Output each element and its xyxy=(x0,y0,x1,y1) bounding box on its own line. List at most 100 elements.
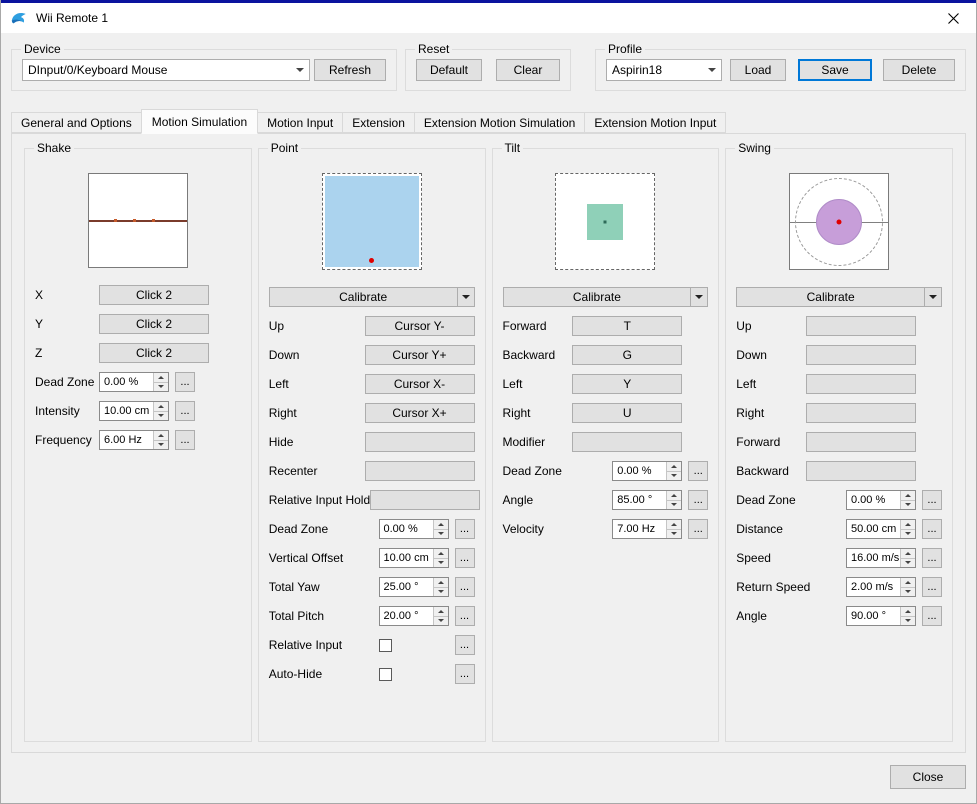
tab-extension[interactable]: Extension xyxy=(342,112,415,133)
point-down-button[interactable]: Cursor Y+ xyxy=(364,345,475,365)
tilt-backward-button[interactable]: G xyxy=(572,345,683,365)
spin-down-button[interactable] xyxy=(901,558,915,567)
point-total-yaw-advanced-button[interactable]: ... xyxy=(454,577,475,597)
spin-up-button[interactable] xyxy=(433,607,448,617)
spin-down-button[interactable] xyxy=(433,529,448,538)
swing-right-button[interactable] xyxy=(806,403,916,423)
swing-up-button[interactable] xyxy=(806,316,916,336)
point-right-button[interactable]: Cursor X+ xyxy=(364,403,475,423)
spin-up-button[interactable] xyxy=(667,491,682,501)
tilt-angle-advanced-button[interactable]: ... xyxy=(688,490,709,510)
swing-return-speed-spinbox[interactable]: 2.00 m/s xyxy=(846,577,916,597)
spin-up-button[interactable] xyxy=(154,402,168,412)
point-up-button[interactable]: Cursor Y- xyxy=(364,316,475,336)
load-button[interactable]: Load xyxy=(730,59,786,81)
clear-button[interactable]: Clear xyxy=(495,59,560,81)
spin-up-button[interactable] xyxy=(901,491,915,501)
spin-up-button[interactable] xyxy=(154,373,168,383)
refresh-button[interactable]: Refresh xyxy=(314,59,386,81)
point-total-pitch-advanced-button[interactable]: ... xyxy=(454,606,475,626)
delete-button[interactable]: Delete xyxy=(883,59,955,81)
shake-y-button[interactable]: Click 2 xyxy=(99,314,209,334)
tilt-angle-spinbox[interactable]: 85.00 ° xyxy=(612,490,683,510)
spin-up-button[interactable] xyxy=(667,462,682,472)
spin-down-button[interactable] xyxy=(154,411,168,420)
spin-up-button[interactable] xyxy=(433,578,448,588)
point-auto-hide-advanced-button[interactable]: ... xyxy=(454,664,475,684)
tab-extension-motion-input[interactable]: Extension Motion Input xyxy=(584,112,727,133)
shake-intensity-spinbox[interactable]: 10.00 cm xyxy=(99,401,169,421)
point-vertical-offset-advanced-button[interactable]: ... xyxy=(454,548,475,568)
point-left-button[interactable]: Cursor X- xyxy=(364,374,475,394)
tab-extension-motion-simulation[interactable]: Extension Motion Simulation xyxy=(413,112,586,133)
device-combobox[interactable]: DInput/0/Keyboard Mouse xyxy=(22,59,310,81)
swing-return-speed-advanced-button[interactable]: ... xyxy=(922,577,942,597)
shake-frequency-advanced-button[interactable]: ... xyxy=(175,430,195,450)
tilt-dead-zone-advanced-button[interactable]: ... xyxy=(688,461,709,481)
tilt-modifier-button[interactable] xyxy=(572,432,683,452)
spin-down-button[interactable] xyxy=(901,587,915,596)
spin-down-button[interactable] xyxy=(433,616,448,625)
point-auto-hide-checkbox[interactable] xyxy=(378,667,392,681)
swing-angle-advanced-button[interactable]: ... xyxy=(922,606,942,626)
point-hide-button[interactable] xyxy=(364,432,475,452)
tab-motion-input[interactable]: Motion Input xyxy=(257,112,344,133)
spin-up-button[interactable] xyxy=(901,578,915,588)
point-relative-input-checkbox[interactable] xyxy=(378,638,392,652)
point-recenter-button[interactable] xyxy=(364,461,475,481)
shake-dead-zone-spinbox[interactable]: 0.00 % xyxy=(99,372,169,392)
point-total-pitch-spinbox[interactable]: 20.00 ° xyxy=(378,606,449,626)
spin-up-button[interactable] xyxy=(667,520,682,530)
tilt-right-button[interactable]: U xyxy=(572,403,683,423)
tab-motion-simulation[interactable]: Motion Simulation xyxy=(140,109,259,134)
point-relative-input-hold-button[interactable] xyxy=(370,490,481,510)
point-dead-zone-spinbox[interactable]: 0.00 % xyxy=(378,519,449,539)
spin-down-button[interactable] xyxy=(667,500,682,509)
tab-general-and-options[interactable]: General and Options xyxy=(11,112,142,133)
spin-up-button[interactable] xyxy=(154,431,168,441)
point-calibrate-button[interactable]: Calibrate xyxy=(268,287,475,307)
swing-speed-advanced-button[interactable]: ... xyxy=(922,548,942,568)
tilt-calibrate-button[interactable]: Calibrate xyxy=(502,287,709,307)
shake-x-button[interactable]: Click 2 xyxy=(99,285,209,305)
spin-up-button[interactable] xyxy=(901,520,915,530)
close-button[interactable]: Close xyxy=(890,765,966,789)
swing-dead-zone-spinbox[interactable]: 0.00 % xyxy=(846,490,916,510)
shake-intensity-advanced-button[interactable]: ... xyxy=(175,401,195,421)
swing-backward-button[interactable] xyxy=(806,461,916,481)
swing-distance-advanced-button[interactable]: ... xyxy=(922,519,942,539)
default-button[interactable]: Default xyxy=(416,59,482,81)
point-total-yaw-spinbox[interactable]: 25.00 ° xyxy=(378,577,449,597)
spin-down-button[interactable] xyxy=(901,616,915,625)
tilt-velocity-advanced-button[interactable]: ... xyxy=(688,519,709,539)
shake-z-button[interactable]: Click 2 xyxy=(99,343,209,363)
shake-dead-zone-advanced-button[interactable]: ... xyxy=(175,372,195,392)
profile-combobox[interactable]: Aspirin18 xyxy=(606,59,722,81)
spin-down-button[interactable] xyxy=(667,471,682,480)
spin-up-button[interactable] xyxy=(433,520,448,530)
tilt-velocity-spinbox[interactable]: 7.00 Hz xyxy=(612,519,683,539)
swing-calibrate-button[interactable]: Calibrate xyxy=(736,287,942,307)
spin-up-button[interactable] xyxy=(901,549,915,559)
tilt-dead-zone-spinbox[interactable]: 0.00 % xyxy=(612,461,683,481)
swing-left-button[interactable] xyxy=(806,374,916,394)
swing-dead-zone-advanced-button[interactable]: ... xyxy=(922,490,942,510)
shake-frequency-spinbox[interactable]: 6.00 Hz xyxy=(99,430,169,450)
spin-down-button[interactable] xyxy=(667,529,682,538)
spin-down-button[interactable] xyxy=(433,558,448,567)
spin-down-button[interactable] xyxy=(901,529,915,538)
tilt-forward-button[interactable]: T xyxy=(572,316,683,336)
swing-speed-spinbox[interactable]: 16.00 m/s xyxy=(846,548,916,568)
swing-angle-spinbox[interactable]: 90.00 ° xyxy=(846,606,916,626)
spin-down-button[interactable] xyxy=(154,440,168,449)
point-vertical-offset-spinbox[interactable]: 10.00 cm xyxy=(378,548,449,568)
point-relative-input-advanced-button[interactable]: ... xyxy=(454,635,475,655)
close-window-button[interactable] xyxy=(930,3,976,33)
spin-down-button[interactable] xyxy=(901,500,915,509)
swing-down-button[interactable] xyxy=(806,345,916,365)
point-dead-zone-advanced-button[interactable]: ... xyxy=(454,519,475,539)
spin-up-button[interactable] xyxy=(433,549,448,559)
tilt-left-button[interactable]: Y xyxy=(572,374,683,394)
spin-down-button[interactable] xyxy=(433,587,448,596)
spin-down-button[interactable] xyxy=(154,382,168,391)
